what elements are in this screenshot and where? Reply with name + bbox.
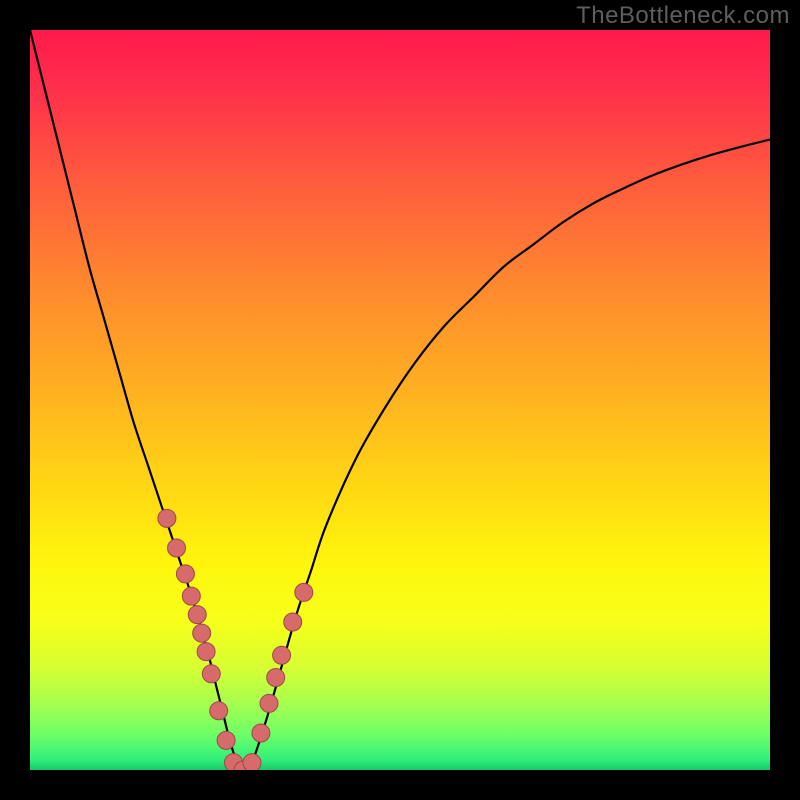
curve-marker	[197, 643, 215, 661]
watermark-text: TheBottleneck.com	[576, 2, 790, 30]
curve-marker	[210, 702, 228, 720]
curve-marker	[202, 665, 220, 683]
curve-marker	[252, 724, 270, 742]
curve-marker	[176, 565, 194, 583]
curve-marker	[193, 624, 211, 642]
curve-marker	[295, 583, 313, 601]
gradient-background	[30, 30, 770, 770]
curve-marker	[273, 646, 291, 664]
plot-area	[30, 30, 770, 770]
curve-marker	[260, 694, 278, 712]
curve-marker	[267, 669, 285, 687]
chart-frame: TheBottleneck.com	[0, 0, 800, 800]
curve-marker	[168, 539, 186, 557]
curve-marker	[284, 613, 302, 631]
curve-marker	[158, 509, 176, 527]
curve-marker	[188, 606, 206, 624]
curve-marker	[217, 731, 235, 749]
curve-marker	[243, 754, 261, 770]
chart-svg	[30, 30, 770, 770]
curve-marker	[182, 587, 200, 605]
